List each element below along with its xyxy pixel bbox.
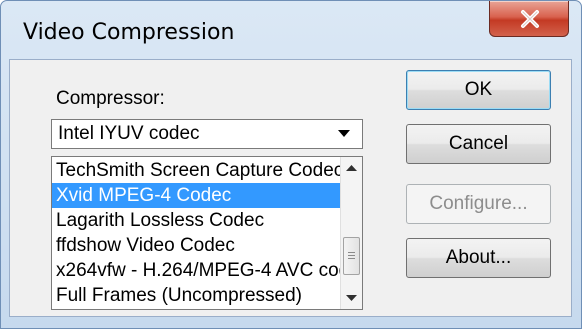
chevron-down-icon: [338, 130, 350, 137]
list-item[interactable]: x264vfw - H.264/MPEG-4 AVC codec: [52, 258, 340, 283]
list-item[interactable]: Xvid MPEG-4 Codec: [52, 183, 340, 208]
title-bar[interactable]: Video Compression: [1, 1, 581, 59]
dialog-client-area: Compressor: Intel IYUV codec TechSmith S…: [9, 59, 572, 317]
list-item[interactable]: ffdshow Video Codec: [52, 233, 340, 258]
window-title: Video Compression: [23, 20, 235, 45]
list-item[interactable]: Lagarith Lossless Codec: [52, 208, 340, 233]
ok-button[interactable]: OK: [406, 70, 551, 110]
list-item[interactable]: Full Frames (Uncompressed): [52, 283, 340, 308]
list-scrollbar[interactable]: [340, 157, 362, 309]
about-button[interactable]: About...: [406, 238, 551, 278]
close-button[interactable]: [489, 1, 569, 37]
compressor-label: Compressor:: [56, 88, 165, 109]
scroll-up-button[interactable]: [341, 157, 362, 179]
compressor-dropdown[interactable]: Intel IYUV codec: [51, 119, 363, 149]
cancel-button[interactable]: Cancel: [406, 124, 551, 164]
video-compression-dialog: Video Compression Compressor: Intel IYUV…: [0, 0, 582, 329]
scroll-up-arrow-icon: [346, 165, 357, 171]
configure-button[interactable]: Configure...: [406, 184, 551, 224]
scroll-thumb[interactable]: [343, 237, 360, 275]
scroll-down-arrow-icon: [346, 295, 357, 301]
compressor-list[interactable]: TechSmith Screen Capture Codec Xvid MPEG-…: [51, 156, 363, 310]
scroll-down-button[interactable]: [341, 287, 362, 309]
list-item[interactable]: TechSmith Screen Capture Codec: [52, 158, 340, 183]
compressor-selected-value: Intel IYUV codec: [58, 123, 200, 144]
dropdown-arrow-button[interactable]: [327, 121, 361, 147]
close-icon: [521, 10, 539, 28]
